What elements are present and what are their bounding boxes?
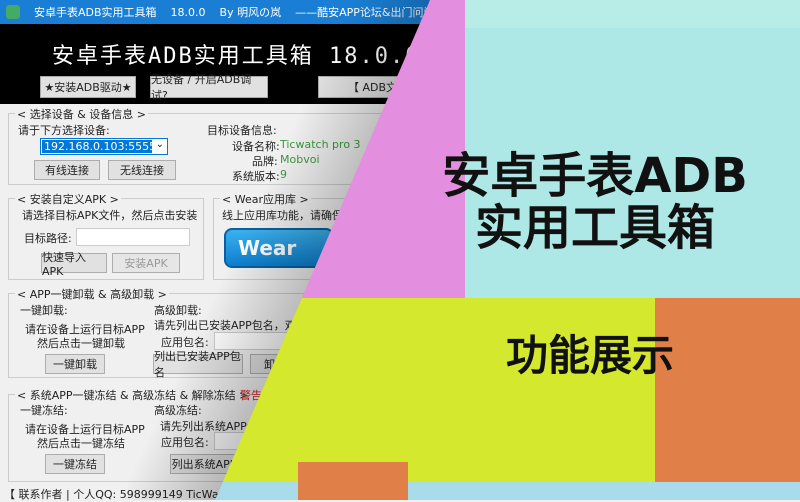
path-label: 目标路径:: [24, 232, 72, 245]
group-label: < 安装自定义APK >: [15, 191, 121, 207]
hint: 然后点击一键冻结: [37, 437, 125, 450]
banner-title: 安卓手表ADB实用工具箱 18.0.0: [52, 44, 421, 69]
poster-title-line1: 安卓手表ADB: [442, 148, 748, 204]
wireless-connect-button[interactable]: 无线连接: [108, 160, 176, 180]
label: 一键冻结:: [20, 404, 68, 417]
window-author: By 明风の岚: [219, 6, 282, 19]
device-select[interactable]: 192.168.0.103:5555 ⌄: [40, 138, 168, 155]
apk-hint: 请选择目标APK文件，然后点击安装: [22, 209, 198, 222]
poster-title: 安卓手表ADB 实用工具箱: [410, 150, 780, 254]
poster-title-line2: 实用工具箱: [474, 200, 715, 256]
poster-subtitle: 功能展示: [505, 331, 674, 380]
label: 应用包名:: [161, 436, 209, 449]
apk-path-input[interactable]: [76, 228, 190, 246]
chevron-down-icon: ⌄: [155, 139, 164, 150]
label: 设备名称:: [232, 140, 280, 153]
group-label: < 系统APP一键冻结 & 高级冻结 & 解除冻结 >: [15, 387, 251, 403]
label: 一键卸载:: [20, 304, 68, 317]
install-driver-button[interactable]: ★安装ADB驱动★: [40, 76, 136, 98]
no-device-button[interactable]: 无设备 / 开启ADB调试?: [150, 73, 268, 102]
selected-device: 192.168.0.103:5555: [42, 140, 157, 153]
app-icon: [6, 5, 20, 19]
wired-connect-button[interactable]: 有线连接: [34, 160, 100, 180]
device-brand: Mobvoi: [280, 153, 320, 166]
device-info-title: 目标设备信息:: [207, 124, 277, 137]
install-apk-button[interactable]: 安装APK: [112, 253, 180, 273]
window-version: 18.0.0: [170, 5, 206, 19]
import-apk-button[interactable]: 快速导入APK: [41, 251, 107, 278]
label: 高级卸载:: [154, 304, 202, 317]
orange-small-block: [298, 462, 408, 500]
window-title: 安卓手表ADB实用工具箱: [34, 6, 157, 19]
device-os: 9: [280, 168, 287, 181]
group-label: < APP一键卸载 & 高级卸载 >: [15, 286, 169, 302]
one-click-uninstall-button[interactable]: 一键卸载: [45, 354, 105, 374]
label: 高级冻结:: [154, 404, 202, 417]
device-name: Ticwatch pro 3: [280, 138, 361, 151]
label: 品牌:: [252, 155, 278, 168]
one-click-freeze-button[interactable]: 一键冻结: [45, 454, 105, 474]
label: 系统版本:: [232, 170, 280, 183]
group-label: < 选择设备 & 设备信息 >: [15, 106, 148, 122]
hint: 然后点击一键卸载: [37, 337, 125, 350]
cyan-strip: [465, 0, 800, 28]
list-installed-button[interactable]: 列出已安装APP包名: [153, 350, 243, 379]
group-label: < Wear应用库 >: [220, 191, 311, 207]
wear-hint: 线上应用库功能，请确保网: [222, 209, 354, 222]
device-prompt: 请于下方选择设备:: [18, 124, 110, 137]
